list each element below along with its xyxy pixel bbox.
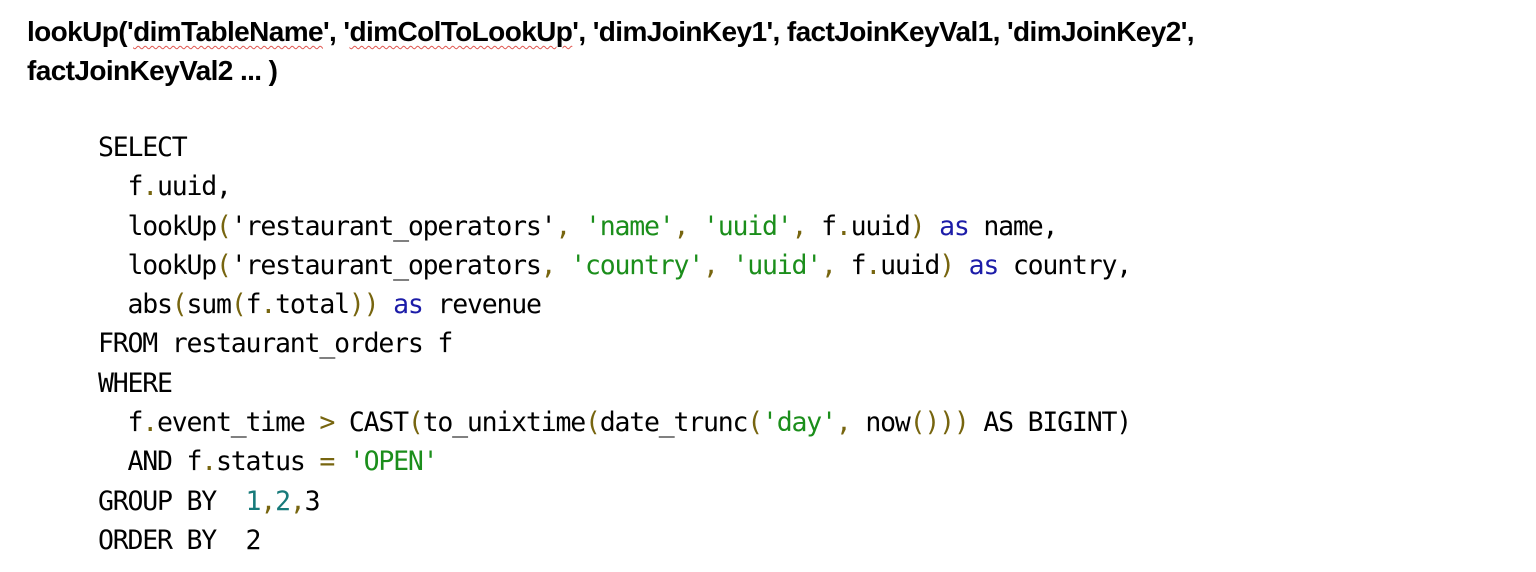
code-token-plain: to_unixtime xyxy=(422,407,587,439)
code-token-plain: total xyxy=(275,289,350,321)
code-token-punct: , xyxy=(260,485,276,517)
code-token-punct: , xyxy=(702,249,719,281)
heading-text-segment: ', 'dimJoinKey1', factJoinKeyVal1, 'dimJ… xyxy=(572,16,1194,47)
code-token-punct: . xyxy=(835,210,852,242)
code-token-punct: = xyxy=(319,446,335,478)
code-token-punct: ) xyxy=(909,210,926,242)
sql-code-block: SELECT f.uuid, lookUp('restaurant_operat… xyxy=(98,128,1133,560)
code-token-plain: now xyxy=(850,407,910,439)
code-token-plain: revenue xyxy=(422,289,541,321)
heading-text-segment: lookUp(' xyxy=(27,16,134,47)
code-token-string: 'uuid' xyxy=(732,249,823,281)
code-token-plain: SELECT xyxy=(98,132,188,163)
code-token-punct: ( xyxy=(171,289,188,321)
code-token-plain: f xyxy=(98,407,144,439)
code-token-punct: , xyxy=(821,249,837,281)
code-line: WHERE xyxy=(98,364,1131,403)
code-line: FROM restaurant_orders f xyxy=(98,324,1131,363)
code-token-plain: f xyxy=(806,210,837,242)
code-token-punct: . xyxy=(142,171,158,203)
code-token-plain: FROM restaurant_orders f xyxy=(98,328,453,360)
code-token-plain: lookUp xyxy=(98,249,218,281)
code-token-plain: name, xyxy=(968,210,1058,242)
code-token-punct: , xyxy=(673,210,689,242)
code-token-number: 1 xyxy=(245,485,262,517)
code-line: lookUp('restaurant_operators, 'country',… xyxy=(98,246,1133,285)
code-token-punct: > xyxy=(319,407,335,439)
code-token-plain: 'restaurant_operators' xyxy=(230,210,557,242)
code-token-plain: sum xyxy=(186,289,232,321)
code-token-plain: AS BIGINT) xyxy=(968,407,1132,439)
code-token-punct: . xyxy=(142,407,158,439)
code-token-plain: status xyxy=(216,446,320,478)
code-token-plain: CAST xyxy=(334,407,409,439)
code-token-punct: ( xyxy=(230,289,247,321)
code-line: f.uuid, xyxy=(98,167,1131,206)
code-token-punct: ( xyxy=(407,407,424,439)
code-token-string: 'country' xyxy=(570,249,704,281)
heading-line-2: factJoinKeyVal2 ... ) xyxy=(27,55,278,86)
code-line: abs(sum(f.total)) as revenue xyxy=(98,285,1131,324)
code-token-plain: ORDER BY 2 xyxy=(98,524,262,556)
code-token-plain: uuid, xyxy=(157,171,232,203)
code-token-punct: , xyxy=(835,407,852,439)
function-signature-heading: lookUp('dimTableName', 'dimColToLookUp',… xyxy=(27,12,1507,90)
code-token-plain: 'restaurant_operators xyxy=(230,249,542,281)
code-token-punct: . xyxy=(865,249,881,281)
code-token-plain: AND f xyxy=(98,446,203,478)
spellcheck-flagged-word: dimTableName xyxy=(133,16,324,47)
code-token-punct: ( xyxy=(584,407,601,439)
code-token-keyword: as xyxy=(939,210,970,242)
code-line: AND f.status = 'OPEN' xyxy=(98,442,1131,481)
code-token-punct: , xyxy=(555,210,571,242)
code-token-string: 'name' xyxy=(584,210,675,242)
code-token-punct: , xyxy=(540,249,557,281)
code-token-punct: . xyxy=(260,289,276,321)
code-token-punct: )) xyxy=(348,289,380,321)
code-token-punct: . xyxy=(201,446,217,478)
spellcheck-flagged-word: dimColToLookUp xyxy=(349,16,573,47)
code-token-plain: f xyxy=(98,171,144,203)
code-token-plain: lookUp xyxy=(98,210,218,242)
code-line: f.event_time > CAST(to_unixtime(date_tru… xyxy=(98,403,1133,442)
code-token-plain: WHERE xyxy=(98,367,173,399)
code-token-string: 'uuid' xyxy=(703,210,793,242)
code-token-keyword: as xyxy=(393,289,424,321)
code-token-number: 2 xyxy=(275,485,291,517)
code-token-string: 'day' xyxy=(762,407,837,439)
code-token-plain: uuid xyxy=(850,210,911,242)
heading-text-segment: ', ' xyxy=(322,16,350,47)
code-token-plain: 3 xyxy=(304,485,321,517)
code-token-plain: date_trunc xyxy=(599,407,749,439)
code-token-punct: , xyxy=(289,485,306,517)
code-line: GROUP BY 1,2,3 xyxy=(98,482,1131,521)
code-token-plain: GROUP BY xyxy=(98,485,246,517)
code-token-string: 'OPEN' xyxy=(348,446,439,478)
code-token-plain: event_time xyxy=(157,407,320,439)
code-line: ORDER BY 2 xyxy=(98,521,1131,560)
code-token-punct: ( xyxy=(216,210,232,242)
code-token-punct: ) xyxy=(939,249,955,281)
code-token-punct: ( xyxy=(216,249,232,281)
heading-line-1: lookUp('dimTableName', 'dimColToLookUp',… xyxy=(27,12,1507,51)
code-line: lookUp('restaurant_operators', 'name', '… xyxy=(98,207,1131,246)
code-token-punct: , xyxy=(791,210,808,242)
code-token-plain: f xyxy=(245,289,262,321)
code-token-plain: abs xyxy=(98,289,173,321)
code-line: SELECT xyxy=(98,128,1131,167)
code-token-plain: f xyxy=(835,249,867,281)
code-token-punct: ())) xyxy=(909,407,970,439)
code-token-punct: ( xyxy=(747,407,763,439)
code-token-keyword: as xyxy=(968,249,1000,281)
code-token-plain: country, xyxy=(998,249,1132,281)
code-token-plain: uuid xyxy=(880,249,940,281)
